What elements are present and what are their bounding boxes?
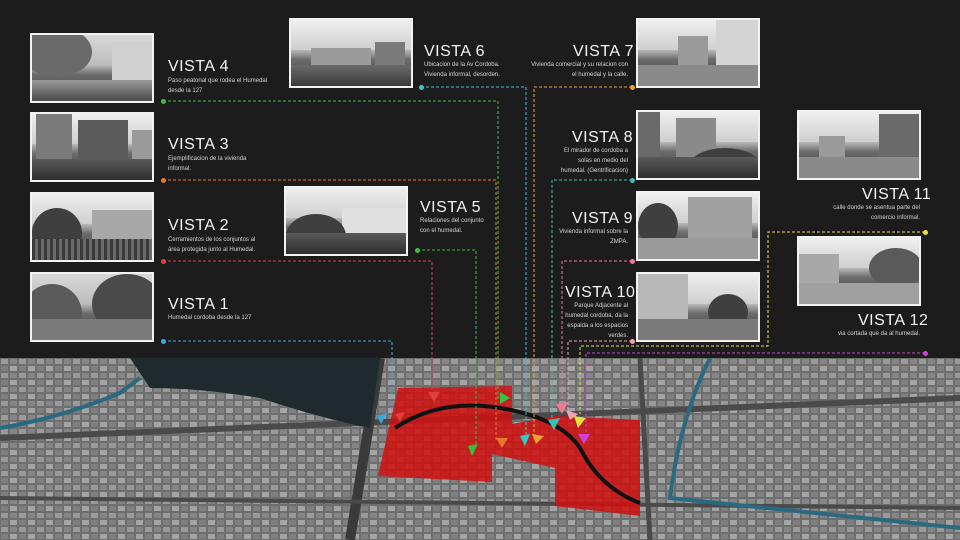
photo-vista-8 [636,110,760,180]
vista-11-title: VISTA 11 [862,186,932,203]
vista-1-dot [161,339,166,344]
vista-10-dot [630,339,635,344]
vista-1-desc: Humedal cordoba desde la 127 [168,315,252,321]
vista-1-title: VISTA 1 [168,296,230,313]
photo-vista-5 [284,186,408,256]
vista-8-title: VISTA 8 [572,129,634,146]
vista-11-desc: calle donde se asentua parte del comerci… [833,205,920,221]
vista-8-dot [630,178,635,183]
vista-5-title: VISTA 5 [420,199,482,216]
photo-vista-2 [30,192,154,262]
vista-3-title: VISTA 3 [168,136,230,153]
vista-12-dot [923,351,928,356]
vista-6-desc: Ubicacion de la Av Cordoba. Vivienda inf… [424,62,500,78]
photo-vista-3 [30,112,154,182]
vista-4-title: VISTA 4 [168,58,230,75]
vista-8-desc: El mirador de cordoba a solas en medio d… [560,148,628,174]
vista-4-desc: Paso peatonal que rodea el Humedal desde… [168,78,268,94]
vista-9-title: VISTA 9 [572,210,634,227]
photo-vista-9 [636,191,760,261]
vista-3-dot [161,178,166,183]
vista-6-dot [419,85,424,90]
vista-6-title: VISTA 6 [424,43,486,60]
vista-9-dot [630,259,635,264]
vista-12-title: VISTA 12 [858,312,929,329]
vista-9-desc: Vivienda informal sobre la ZMPA. [559,229,628,245]
vista-5-desc: Relaciones del conjunto con el humedal. [420,218,484,234]
vista-4-dot [161,99,166,104]
vista-10-desc: Parque Adjacente al humedal cordoba, da … [565,303,628,339]
photo-vista-1 [30,272,154,342]
photo-vista-11 [797,110,921,180]
vista-2-desc: Cerramientos de los conjuntos al área pr… [168,237,256,253]
vista-7-title: VISTA 7 [573,43,635,60]
vista-3-desc: Ejemplificacion de la vivienda informal. [168,156,247,172]
aerial-map-drawing [0,358,960,540]
vista-7-dot [630,85,635,90]
vista-2-dot [161,259,166,264]
vista-2-title: VISTA 2 [168,217,230,234]
vista-10-title: VISTA 10 [565,284,636,301]
photo-vista-12 [797,236,921,306]
board: VISTA 4 Paso peatonal que rodea el Humed… [0,0,960,540]
vista-5-dot [415,248,420,253]
vista-7-desc: Vivienda comercial y su relacion con el … [531,62,628,78]
photo-vista-4 [30,33,154,103]
vista-12-desc: via cortada que da al humedal. [837,331,920,337]
photo-vista-10 [636,272,760,342]
aerial-map [0,358,960,540]
vista-11-dot [923,230,928,235]
photo-vista-7 [636,18,760,88]
photo-vista-6 [289,18,413,88]
